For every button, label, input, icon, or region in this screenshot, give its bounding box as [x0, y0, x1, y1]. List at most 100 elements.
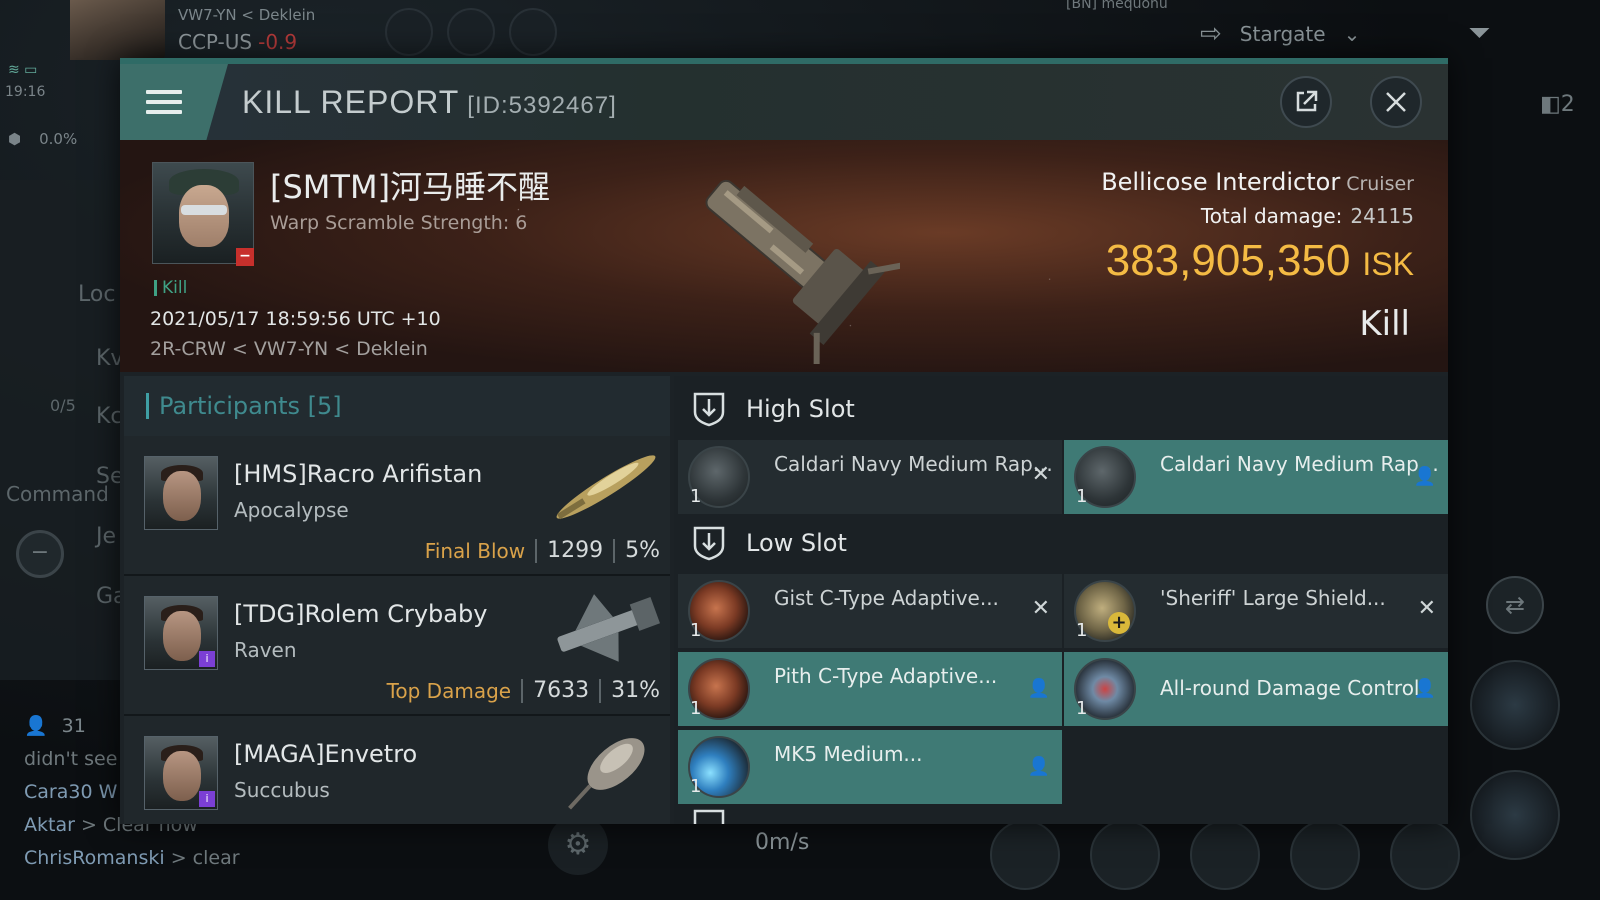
destroyed-x-icon: ✕	[1031, 596, 1050, 621]
kill-timestamp: 2021/05/17 18:59:56 UTC +10	[150, 308, 441, 330]
menu-button[interactable]	[120, 64, 228, 140]
cargo-percent: 0.0%	[39, 130, 78, 148]
module-quantity: 1	[1076, 698, 1088, 719]
isk-value: 383,905,350 ISK	[1106, 236, 1414, 286]
left-label-4[interactable]: Je	[96, 524, 116, 549]
participant-stats: Top Damage 7633 31%	[387, 678, 660, 703]
victim-ship-image[interactable]	[670, 144, 900, 364]
participant-avatar[interactable]: i	[144, 736, 218, 810]
wifi-icon: ≋ ▭	[8, 62, 38, 78]
participant-ship: Apocalypse	[234, 498, 349, 522]
total-damage-value: 24115	[1350, 204, 1414, 228]
final-blow-tag: Final Blow	[424, 538, 526, 563]
participant-percent: 5%	[625, 538, 660, 563]
portrait-glasses	[181, 205, 227, 215]
chat-author: Aktar	[24, 814, 75, 836]
participant-name: [TDG]Rolem Crybaby	[234, 600, 488, 628]
info-badge-icon: i	[199, 651, 215, 667]
module-name: Pith C-Type Adaptive...	[774, 664, 998, 688]
mid-slot-icon	[693, 809, 725, 824]
module-item[interactable]: 1 Caldari Navy Medium Rapid ... 👤	[1064, 440, 1448, 514]
victim-subtitle: Warp Scramble Strength: 6	[270, 212, 528, 234]
participant-avatar[interactable]	[144, 456, 218, 530]
kill-type: Kill	[1359, 304, 1410, 344]
chat-text: > clear	[164, 847, 240, 869]
module-quantity: 1	[690, 486, 702, 507]
module-item[interactable]: 1 Gist C-Type Adaptive... ✕	[678, 574, 1062, 648]
gear-icon[interactable]: ⚙	[548, 815, 608, 875]
top-damage-tag: Top Damage	[386, 678, 512, 703]
module-item[interactable]: 1 All-round Damage Control 👤	[1064, 652, 1448, 726]
fleet-count: 0/5	[50, 396, 76, 415]
module-quantity: 1	[690, 698, 702, 719]
module-quantity: 1	[1076, 486, 1088, 507]
module-item[interactable]: 1 MK5 Medium... 👤	[678, 730, 1062, 804]
corp-emblem-icon[interactable]	[385, 8, 433, 56]
module-slot[interactable]	[990, 820, 1060, 890]
participant-percent: 31%	[611, 678, 660, 703]
weapon-module[interactable]	[1470, 770, 1560, 860]
participant-damage: 1299	[547, 538, 604, 563]
low-slot-header: Low Slot	[674, 510, 1448, 576]
module-name: Caldari Navy Medium Rapid ...	[1160, 452, 1440, 476]
close-button[interactable]	[1370, 76, 1422, 128]
module-quantity: 1	[1076, 620, 1088, 641]
module-item[interactable]: + 1 'Sheriff' Large Shield... ✕	[1064, 574, 1448, 648]
participant-avatar[interactable]: i	[144, 596, 218, 670]
speed-readout: 0m/s	[755, 830, 810, 855]
kill-location[interactable]: 2R-CRW < VW7-YN < Deklein	[150, 338, 428, 360]
participants-header[interactable]: Participants [5]	[124, 376, 670, 436]
target-name: [BN] mequonu	[1066, 0, 1168, 12]
weapon-module[interactable]	[1470, 660, 1560, 750]
participant-row[interactable]: i [MAGA]Envetro Succubus	[124, 716, 670, 824]
module-slot[interactable]	[1390, 820, 1460, 890]
participants-panel: Participants [5] [HMS]Racro Arifistan Ap…	[124, 376, 670, 824]
clock: 19:16	[5, 84, 46, 100]
hamburger-icon	[146, 84, 182, 120]
mid-slot-header	[674, 808, 1448, 824]
destination-selector[interactable]: ⇨ Stargate ⌄	[1200, 14, 1410, 54]
standing-minus-icon: −	[236, 248, 254, 266]
participant-row[interactable]: [HMS]Racro Arifistan Apocalypse Final Bl…	[124, 436, 670, 576]
module-slot[interactable]	[1190, 820, 1260, 890]
module-slot[interactable]	[1090, 820, 1160, 890]
cargo-indicator[interactable]: ⬢ 0.0%	[8, 130, 77, 148]
ship-name[interactable]: Bellicose Interdictor	[1101, 168, 1340, 196]
participant-ship: Succubus	[234, 778, 330, 802]
chat-author: Cara30 W	[24, 781, 118, 803]
player-avatar[interactable]	[70, 0, 165, 60]
filter-icon[interactable]: ⏷	[1468, 16, 1490, 50]
victim-name[interactable]: [SMTM]河马睡不醒	[270, 162, 550, 208]
share-button[interactable]	[1280, 76, 1332, 128]
top-icon-row	[385, 8, 557, 56]
participant-ship: Raven	[234, 638, 297, 662]
succubus-ship-icon	[568, 738, 645, 810]
chevron-down-icon: ⌄	[1343, 22, 1361, 46]
fitting-panel: High Slot 1 Caldari Navy Medium Rapid ..…	[674, 376, 1448, 824]
raven-ship-icon	[557, 594, 660, 662]
left-label-0[interactable]: Loc	[78, 282, 115, 307]
apocalypse-ship-icon	[556, 455, 656, 520]
module-rack	[990, 820, 1460, 890]
swap-icon[interactable]: ⇄	[1486, 576, 1544, 634]
high-slot-icon	[693, 392, 725, 427]
alliance-emblem-icon[interactable]	[447, 8, 495, 56]
side-counter[interactable]: ◧2	[1540, 92, 1575, 117]
minus-icon[interactable]: −	[16, 530, 64, 578]
plus-icon: +	[1108, 612, 1130, 634]
participant-name: [MAGA]Envetro	[234, 740, 418, 768]
dropped-person-icon: 👤	[1027, 678, 1050, 699]
participant-row[interactable]: i [TDG]Rolem Crybaby Raven Top Damage 76…	[124, 576, 670, 716]
dropped-person-icon: 👤	[1027, 756, 1050, 777]
participant-damage: 7633	[533, 678, 590, 703]
module-item[interactable]: 1 Pith C-Type Adaptive... 👤	[678, 652, 1062, 726]
left-label-2[interactable]: Kc	[96, 404, 123, 429]
module-slot[interactable]	[1290, 820, 1360, 890]
title-text: KILL REPORT	[242, 84, 460, 120]
skill-icon[interactable]	[509, 8, 557, 56]
command-label[interactable]: Command	[6, 482, 109, 506]
title-bar: KILL REPORT [ID:5392467]	[120, 64, 1448, 140]
module-item[interactable]: 1 Caldari Navy Medium Rapid ... ✕	[678, 440, 1062, 514]
chat-line: ChrisRomanski > clear	[24, 842, 240, 875]
share-icon	[1296, 90, 1318, 112]
